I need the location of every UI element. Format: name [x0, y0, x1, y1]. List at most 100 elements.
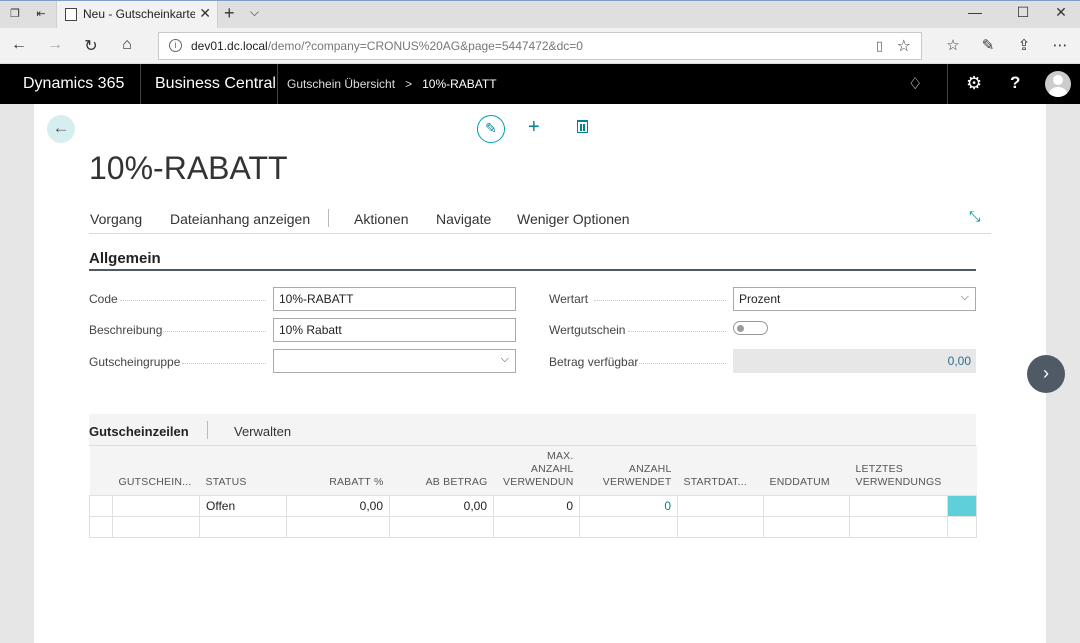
arrow-left-icon: ←: [52, 118, 70, 137]
action-aktionen[interactable]: Aktionen: [354, 211, 408, 227]
action-weniger-optionen[interactable]: Weniger Optionen: [517, 211, 630, 227]
col-header-rabatt[interactable]: RABATT %: [286, 446, 390, 495]
app-header: Dynamics 365 Business Central Gutschein …: [0, 64, 1080, 104]
action-dateianhang[interactable]: Dateianhang anzeigen: [170, 211, 310, 227]
cell-ab-betrag[interactable]: 0,00: [389, 494, 494, 517]
col-header-max-anzahl[interactable]: MAX. ANZAHL VERWENDUN: [493, 446, 580, 495]
refresh-icon[interactable]: ↻: [80, 36, 102, 56]
collapse-arrows-icon[interactable]: ⤡: [969, 208, 980, 225]
url-field[interactable]: i dev01.dc.local/demo/?company=CRONUS%20…: [158, 32, 922, 60]
empty-cell[interactable]: [89, 515, 113, 538]
help-icon[interactable]: ?: [1010, 73, 1020, 93]
dynamics-365-link[interactable]: Dynamics 365: [0, 64, 141, 104]
empty-cell[interactable]: [579, 515, 678, 538]
cell-gutschein[interactable]: [112, 494, 200, 517]
share-icon[interactable]: ⇪: [1013, 36, 1035, 54]
row-select-cell[interactable]: [89, 494, 113, 517]
site-info-icon[interactable]: i: [169, 39, 182, 52]
col-header-max-line2: ANZAHL: [530, 462, 574, 475]
forward-arrow-icon[interactable]: →: [44, 36, 66, 54]
empty-cell[interactable]: [947, 515, 977, 538]
gutscheingruppe-dropdown[interactable]: ⌵: [273, 349, 516, 373]
wertart-dots: [594, 300, 726, 301]
avatar[interactable]: [1045, 71, 1071, 97]
empty-cell[interactable]: [763, 515, 850, 538]
trash-icon[interactable]: [577, 120, 588, 133]
reading-view-icon[interactable]: ▯: [876, 38, 883, 54]
browser-tab-title: Neu - Gutscheinkarte -: [83, 7, 195, 21]
edit-button[interactable]: ✎: [477, 115, 505, 143]
tab-list-chevron-icon[interactable]: ⌵: [250, 5, 259, 20]
breadcrumb-parent[interactable]: Gutschein Übersicht: [287, 77, 395, 91]
favorites-hub-icon[interactable]: ☆: [942, 36, 964, 54]
chevron-down-icon: ⌵: [960, 291, 969, 303]
table-row[interactable]: Offen 0,00 0,00 0 0: [89, 494, 977, 517]
lightbulb-icon[interactable]: ♢: [908, 74, 922, 94]
url-path: /demo/?company=CRONUS%20AG&page=5447472&…: [267, 39, 583, 53]
col-header-anzahl-verwendet[interactable]: ANZAHL VERWENDET: [579, 446, 678, 495]
new-button[interactable]: +: [528, 116, 540, 139]
section-underline: [89, 269, 976, 271]
gear-icon[interactable]: ⚙: [966, 73, 982, 94]
set-aside-tabs-icon[interactable]: ⇤: [32, 6, 50, 22]
empty-cell[interactable]: [112, 515, 200, 538]
back-arrow-icon[interactable]: ←: [8, 36, 30, 54]
browser-tab[interactable]: Neu - Gutscheinkarte - ✕: [56, 1, 218, 29]
business-central-link[interactable]: Business Central: [142, 64, 278, 104]
window-close-icon[interactable]: ✕: [1046, 4, 1076, 21]
minimize-icon[interactable]: —: [960, 4, 990, 20]
col-header-ab-betrag[interactable]: AB BETRAG: [389, 446, 494, 495]
empty-cell[interactable]: [493, 515, 580, 538]
col-header-startdatum[interactable]: STARTDAT...: [677, 446, 764, 495]
wertgutschein-toggle[interactable]: [733, 321, 768, 335]
cell-status[interactable]: Offen: [199, 494, 287, 517]
page-favicon-icon: [65, 8, 77, 21]
cell-letztes[interactable]: [849, 494, 948, 517]
new-tab-icon[interactable]: +: [224, 3, 235, 24]
beschreibung-field[interactable]: 10% Rabatt: [273, 318, 516, 342]
lines-verwalten[interactable]: Verwalten: [234, 424, 291, 439]
col-header-status[interactable]: STATUS: [199, 446, 287, 495]
back-button[interactable]: ←: [47, 115, 75, 143]
empty-cell[interactable]: [286, 515, 390, 538]
maximize-icon[interactable]: ☐: [1008, 4, 1038, 21]
row-accent-cell[interactable]: [947, 494, 977, 517]
breadcrumb: Gutschein Übersicht > 10%-RABATT: [287, 77, 497, 91]
empty-cell[interactable]: [849, 515, 948, 538]
section-title-allgemein[interactable]: Allgemein: [89, 250, 161, 267]
betrag-verfuegbar-value: 0,00: [733, 349, 976, 373]
betrag-dots: [639, 363, 726, 364]
col-header-gutschein[interactable]: GUTSCHEIN...: [112, 446, 200, 495]
cell-rabatt[interactable]: 0,00: [286, 494, 390, 517]
next-record-button[interactable]: ›: [1027, 355, 1065, 393]
more-options-icon[interactable]: ⋯: [1049, 36, 1071, 54]
action-navigate[interactable]: Navigate: [436, 211, 491, 227]
beschreibung-dots: [163, 331, 266, 332]
empty-cell[interactable]: [199, 515, 287, 538]
table-row-empty[interactable]: [89, 515, 977, 538]
favorite-star-icon[interactable]: ☆: [897, 36, 911, 56]
empty-cell[interactable]: [677, 515, 764, 538]
col-header-letzt-line2: VERWENDUNGS: [855, 475, 942, 488]
home-icon[interactable]: ⌂: [116, 36, 138, 54]
code-dots: [120, 300, 266, 301]
cell-startdatum[interactable]: [677, 494, 764, 517]
tab-close-icon[interactable]: ✕: [199, 5, 211, 22]
col-header-letztes[interactable]: LETZTES VERWENDUNGS: [849, 446, 948, 495]
lines-title[interactable]: Gutscheinzeilen: [89, 424, 189, 439]
tab-preview-icon[interactable]: ❐: [6, 6, 24, 22]
browser-tab-bar: ❐ ⇤ Neu - Gutscheinkarte - ✕ + ⌵ — ☐ ✕: [0, 0, 1080, 29]
lines-table: GUTSCHEIN... STATUS RABATT % AB BETRAG M…: [89, 446, 977, 538]
col-header-enddatum[interactable]: ENDDATUM: [763, 446, 850, 495]
plus-icon: +: [528, 116, 540, 138]
code-label: Code: [89, 292, 118, 306]
empty-cell[interactable]: [389, 515, 494, 538]
action-vorgang[interactable]: Vorgang: [90, 211, 142, 227]
cell-anzahl-verwendet[interactable]: 0: [579, 494, 678, 517]
code-field[interactable]: 10%-RABATT: [273, 287, 516, 311]
cell-enddatum[interactable]: [763, 494, 850, 517]
wertart-dropdown[interactable]: Prozent ⌵: [733, 287, 976, 311]
web-note-icon[interactable]: ✎: [977, 36, 999, 54]
wertart-value: Prozent: [739, 292, 781, 306]
cell-max-anzahl[interactable]: 0: [493, 494, 580, 517]
